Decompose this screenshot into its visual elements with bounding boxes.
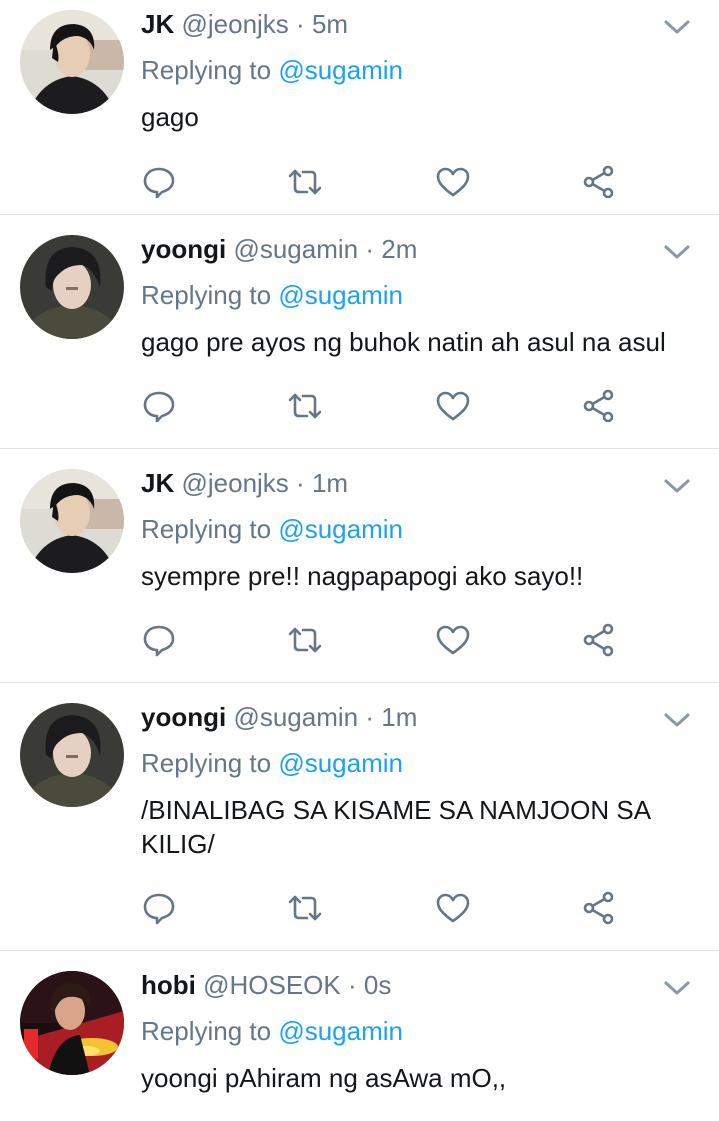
timestamp[interactable]: 2m — [381, 234, 417, 264]
share-icon[interactable] — [581, 388, 617, 424]
tweet-actions — [141, 388, 621, 424]
replying-to: Replying to @sugamin — [141, 279, 403, 311]
retweet-icon[interactable] — [287, 622, 323, 658]
replying-to: Replying to @sugamin — [141, 1015, 403, 1047]
retweet-icon[interactable] — [287, 890, 323, 926]
tweet[interactable]: JK @jeonjks · 1m Replying to @sugamin sy… — [0, 449, 719, 683]
tweet-actions — [141, 164, 621, 200]
share-icon[interactable] — [581, 622, 617, 658]
user-handle[interactable]: @sugamin — [233, 702, 358, 732]
separator-dot: · — [365, 234, 375, 264]
reply-icon[interactable] — [141, 164, 177, 200]
chevron-down-icon[interactable] — [663, 979, 691, 997]
reply-icon[interactable] — [141, 388, 177, 424]
display-name[interactable]: hobi — [141, 970, 196, 1000]
display-name[interactable]: yoongi — [141, 702, 226, 732]
separator-dot: · — [348, 970, 357, 1000]
tweet-header: JK @jeonjks · 1m — [141, 467, 348, 499]
user-handle[interactable]: @jeonjks — [181, 468, 288, 498]
chevron-down-icon[interactable] — [663, 243, 691, 261]
replying-to: Replying to @sugamin — [141, 54, 403, 86]
tweet-header: JK @jeonjks · 5m — [141, 8, 348, 40]
replying-prefix: Replying to — [141, 55, 272, 85]
mention-link[interactable]: @sugamin — [278, 1016, 403, 1046]
separator-dot: · — [296, 9, 305, 39]
replying-to: Replying to @sugamin — [141, 747, 403, 779]
chevron-down-icon[interactable] — [663, 18, 691, 36]
avatar[interactable] — [20, 10, 124, 114]
display-name[interactable]: JK — [141, 9, 174, 39]
mention-link[interactable]: @sugamin — [278, 280, 403, 310]
user-handle[interactable]: @HOSEOK — [203, 970, 341, 1000]
tweet-actions — [141, 622, 621, 658]
reply-icon[interactable] — [141, 890, 177, 926]
tweet-header: hobi @HOSEOK · 0s — [141, 969, 391, 1001]
avatar[interactable] — [20, 235, 124, 339]
replying-to: Replying to @sugamin — [141, 513, 403, 545]
tweet-text: /BINALIBAG SA KISAME SA NAMJOON SA KILIG… — [141, 795, 650, 859]
reply-thread: JK @jeonjks · 5m Replying to @sugamin ga… — [0, 0, 719, 1121]
avatar[interactable] — [20, 469, 124, 573]
tweet-text: gago — [141, 102, 199, 132]
tweet[interactable]: hobi @HOSEOK · 0s Replying to @sugamin y… — [0, 951, 719, 1121]
share-icon[interactable] — [581, 890, 617, 926]
mention-link[interactable]: @sugamin — [278, 514, 403, 544]
avatar[interactable] — [20, 971, 124, 1075]
tweet[interactable]: yoongi @sugamin · 1m Replying to @sugami… — [0, 683, 719, 951]
display-name[interactable]: yoongi — [141, 234, 226, 264]
replying-prefix: Replying to — [141, 1016, 272, 1046]
mention-link[interactable]: @sugamin — [278, 748, 403, 778]
retweet-icon[interactable] — [287, 164, 323, 200]
tweet-actions — [141, 890, 621, 926]
tweet-header: yoongi @sugamin · 1m — [141, 701, 417, 733]
heart-icon[interactable] — [435, 388, 471, 424]
display-name[interactable]: JK — [141, 468, 174, 498]
timestamp[interactable]: 1m — [381, 702, 417, 732]
timestamp[interactable]: 5m — [312, 9, 348, 39]
tweet-text: yoongi pAhiram ng asAwa mO,, — [141, 1063, 507, 1093]
tweet-header: yoongi @sugamin · 2m — [141, 233, 417, 265]
heart-icon[interactable] — [435, 622, 471, 658]
replying-prefix: Replying to — [141, 280, 272, 310]
user-handle[interactable]: @jeonjks — [181, 9, 288, 39]
heart-icon[interactable] — [435, 890, 471, 926]
separator-dot: · — [365, 702, 375, 732]
timestamp[interactable]: 0s — [364, 970, 391, 1000]
tweet-text: gago pre ayos ng buhok natin ah asul na … — [141, 327, 666, 357]
retweet-icon[interactable] — [287, 388, 323, 424]
heart-icon[interactable] — [435, 164, 471, 200]
replying-prefix: Replying to — [141, 514, 272, 544]
separator-dot: · — [296, 468, 305, 498]
chevron-down-icon[interactable] — [663, 711, 691, 729]
reply-icon[interactable] — [141, 622, 177, 658]
tweet[interactable]: JK @jeonjks · 5m Replying to @sugamin ga… — [0, 0, 719, 215]
mention-link[interactable]: @sugamin — [278, 55, 403, 85]
tweet[interactable]: yoongi @sugamin · 2m Replying to @sugami… — [0, 215, 719, 449]
avatar[interactable] — [20, 703, 124, 807]
replying-prefix: Replying to — [141, 748, 272, 778]
timestamp[interactable]: 1m — [312, 468, 348, 498]
user-handle[interactable]: @sugamin — [233, 234, 358, 264]
chevron-down-icon[interactable] — [663, 477, 691, 495]
share-icon[interactable] — [581, 164, 617, 200]
tweet-text: syempre pre!! nagpapapogi ako sayo!! — [141, 561, 584, 591]
